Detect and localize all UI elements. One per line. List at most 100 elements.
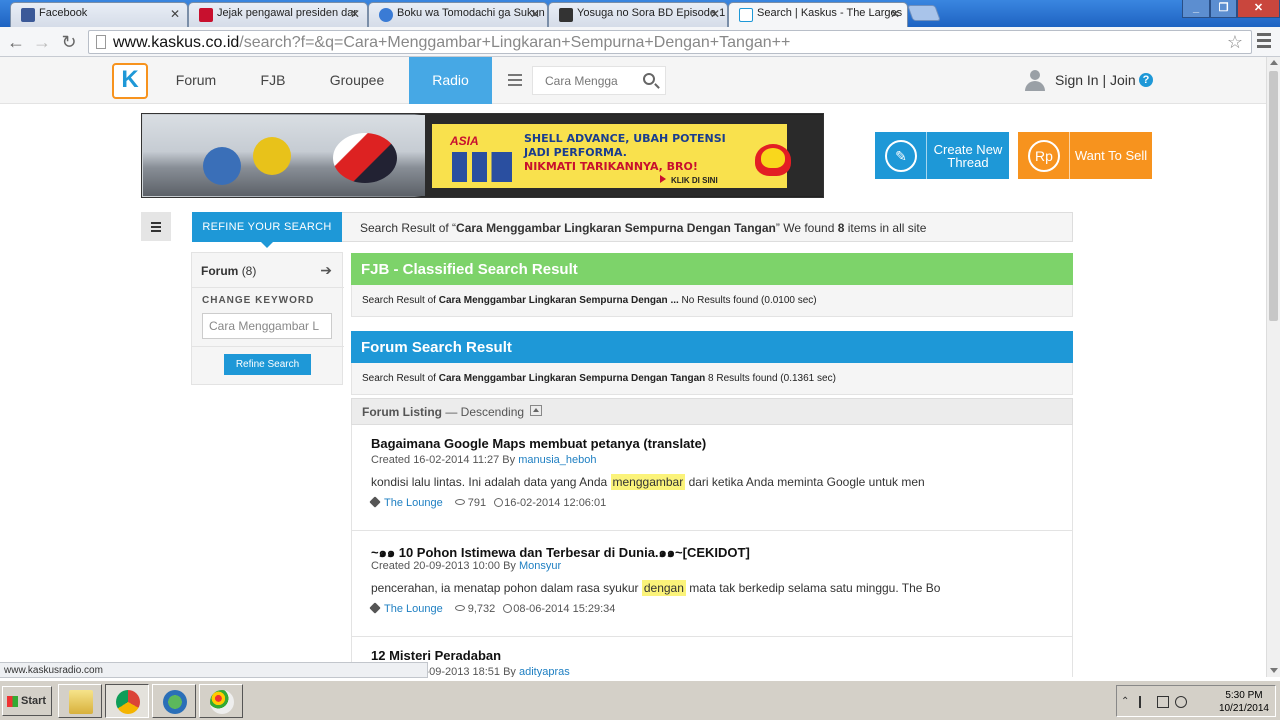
taskbar-chrome[interactable] [105, 684, 149, 718]
search-summary-text: Search Result of “Cara Menggambar Lingka… [360, 221, 927, 235]
clock-icon [494, 498, 504, 507]
k-site-icon [559, 8, 573, 22]
nav-groupee[interactable]: Groupee [314, 57, 400, 104]
search-icon[interactable] [643, 73, 655, 85]
tray-expand-icon[interactable]: ⌃ [1121, 696, 1133, 708]
thread-snippet: pencerahan, ia menatap pohon dalam rasa … [371, 580, 941, 596]
thread-author[interactable]: adityapras [519, 666, 570, 677]
arrow-right-icon[interactable]: ➔ [320, 262, 332, 279]
nav-fjb[interactable]: FJB [242, 57, 304, 104]
sidebar-toggle-icon[interactable] [141, 212, 171, 241]
thread-author[interactable]: manusia_heboh [518, 454, 596, 466]
chrome-icon [116, 690, 140, 714]
create-thread-label: Create New Thread [933, 142, 1003, 170]
tab-label: Boku wa Tomodachi ga Sukun [397, 7, 545, 19]
volume-icon[interactable] [1175, 696, 1187, 708]
flag-icon[interactable] [1139, 696, 1151, 708]
scooter-image [203, 147, 241, 185]
tab-jejak[interactable]: Jejak pengawal presiden dar ✕ [188, 2, 368, 27]
nav-forum[interactable]: Forum [160, 57, 232, 104]
start-button[interactable]: Start [2, 686, 52, 716]
taskbar-explorer[interactable] [58, 684, 102, 718]
news-icon [199, 8, 213, 22]
asia-talent-cup-logo: ASIA [450, 134, 479, 148]
url-text: www.kaskus.co.id/search?f=&q=Cara+Mengga… [113, 34, 791, 51]
banner-headline-1: SHELL ADVANCE, UBAH POTENSI [524, 132, 726, 145]
new-tab-button[interactable] [907, 5, 941, 21]
kaskus-logo[interactable]: K [112, 63, 148, 99]
want-to-sell-button[interactable]: Rp Want To Sell [1018, 132, 1152, 179]
tab-label: Facebook [39, 7, 88, 19]
banner-headline-3: NIKMATI TARIKANNYA, BRO! [524, 160, 698, 173]
chrome-menu-icon[interactable] [1257, 33, 1271, 51]
close-window-button[interactable]: ✕ [1237, 0, 1280, 18]
clock-icon [503, 604, 513, 613]
tab-kaskus-search[interactable]: Search | Kaskus - The Larges ✕ [728, 2, 908, 28]
forum-listing-sort[interactable]: Forum Listing — Descending [351, 398, 1073, 425]
signin-join-link[interactable]: Sign In | Join [1055, 72, 1136, 88]
header-search-input[interactable]: Cara Mengga [532, 66, 666, 95]
network-icon[interactable] [1157, 696, 1169, 708]
status-url-bubble: www.kaskusradio.com [0, 662, 428, 678]
scroll-down-icon[interactable] [1270, 668, 1278, 673]
tab-boku[interactable]: Boku wa Tomodachi ga Sukun ✕ [368, 2, 548, 27]
minimize-button[interactable]: _ [1182, 0, 1210, 18]
thread-title[interactable]: Bagaimana Google Maps membuat petanya (t… [371, 436, 706, 451]
thread-last-post: 16-02-2014 12:06:01 [504, 497, 607, 509]
close-icon[interactable]: ✕ [710, 7, 720, 21]
keyword-input[interactable]: Cara Menggambar L [202, 313, 332, 339]
bookmark-star-icon[interactable]: ☆ [1227, 32, 1243, 53]
tab-facebook[interactable]: Facebook ✕ [10, 2, 188, 27]
forward-icon[interactable]: → [31, 31, 53, 53]
racebike-image [333, 133, 397, 183]
thread-views: 791 [467, 497, 487, 509]
thread-author[interactable]: Monsyur [519, 560, 561, 572]
shell-advertisement-banner[interactable]: ASIA SHELL ADVANCE, UBAH POTENSI JADI PE… [141, 113, 824, 198]
tag-icon [369, 602, 381, 614]
forum-filter[interactable]: Forum (8) [201, 264, 256, 278]
shell-logo [755, 144, 791, 176]
back-icon[interactable]: ← [5, 31, 27, 53]
banner-headline-2: JADI PERFORMA. [524, 146, 627, 159]
forum-section-title: Forum Search Result [351, 331, 1073, 363]
tab-yosuga[interactable]: Yosuga no Sora BD Episode 1 ✕ [548, 2, 728, 27]
help-icon[interactable]: ? [1139, 73, 1153, 87]
close-icon[interactable]: ✕ [890, 7, 900, 21]
nav-radio[interactable]: Radio [409, 57, 492, 104]
thread-snippet: kondisi lalu lintas. Ini adalah data yan… [371, 474, 925, 490]
taskbar-paint[interactable] [199, 684, 243, 718]
page-scrollbar[interactable] [1266, 57, 1280, 677]
download-manager-icon [163, 690, 187, 714]
thread-item[interactable]: Bagaimana Google Maps membuat petanya (t… [351, 425, 1073, 531]
change-keyword-label: CHANGE KEYWORD [202, 295, 315, 306]
thread-created: Created 20-09-2013 10:00 By Monsyur [371, 560, 562, 572]
paint-icon [210, 690, 234, 714]
thread-item[interactable]: ~๑๑ 10 Pohon Istimewa dan Terbesar di Du… [351, 531, 1073, 637]
search-summary-bar: Search Result of “Cara Menggambar Lingka… [342, 212, 1073, 242]
reload-icon[interactable]: ↻ [58, 31, 80, 53]
keyword-highlight: dengan [641, 580, 686, 596]
address-bar[interactable]: www.kaskus.co.id/search?f=&q=Cara+Mengga… [88, 30, 1252, 54]
thread-category[interactable]: The Lounge [384, 603, 443, 615]
want-to-sell-label: Want To Sell [1074, 148, 1148, 163]
taskbar-idm[interactable] [152, 684, 196, 718]
maximize-button[interactable]: ❐ [1210, 0, 1237, 18]
refine-search-button[interactable]: Refine Search [224, 354, 311, 375]
menu-icon[interactable] [508, 74, 522, 89]
tray-clock[interactable]: 5:30 PM 10/21/2014 [1219, 689, 1269, 715]
create-new-thread-button[interactable]: ✎ Create New Thread [875, 132, 1009, 179]
forum-result-summary: Search Result of Cara Menggambar Lingkar… [351, 363, 1073, 395]
kaskus-icon [739, 8, 753, 22]
refine-search-tab[interactable]: REFINE YOUR SEARCH [192, 212, 342, 248]
scroll-up-icon[interactable] [1270, 60, 1278, 65]
thread-category[interactable]: The Lounge [384, 497, 443, 509]
close-icon[interactable]: ✕ [530, 7, 540, 21]
close-icon[interactable]: ✕ [350, 7, 360, 21]
thread-title[interactable]: 12 Misteri Peradaban [371, 648, 501, 663]
scroll-thumb[interactable] [1269, 71, 1278, 321]
tab-label: Jejak pengawal presiden dar [217, 7, 358, 19]
thread-item[interactable]: 12 Misteri Peradaban Created 15-09-2013 … [351, 637, 1073, 677]
browser-toolbar: ← → ↻ www.kaskus.co.id/search?f=&q=Cara+… [0, 27, 1280, 57]
sort-toggle-icon[interactable] [530, 405, 543, 417]
close-icon[interactable]: ✕ [170, 7, 180, 21]
